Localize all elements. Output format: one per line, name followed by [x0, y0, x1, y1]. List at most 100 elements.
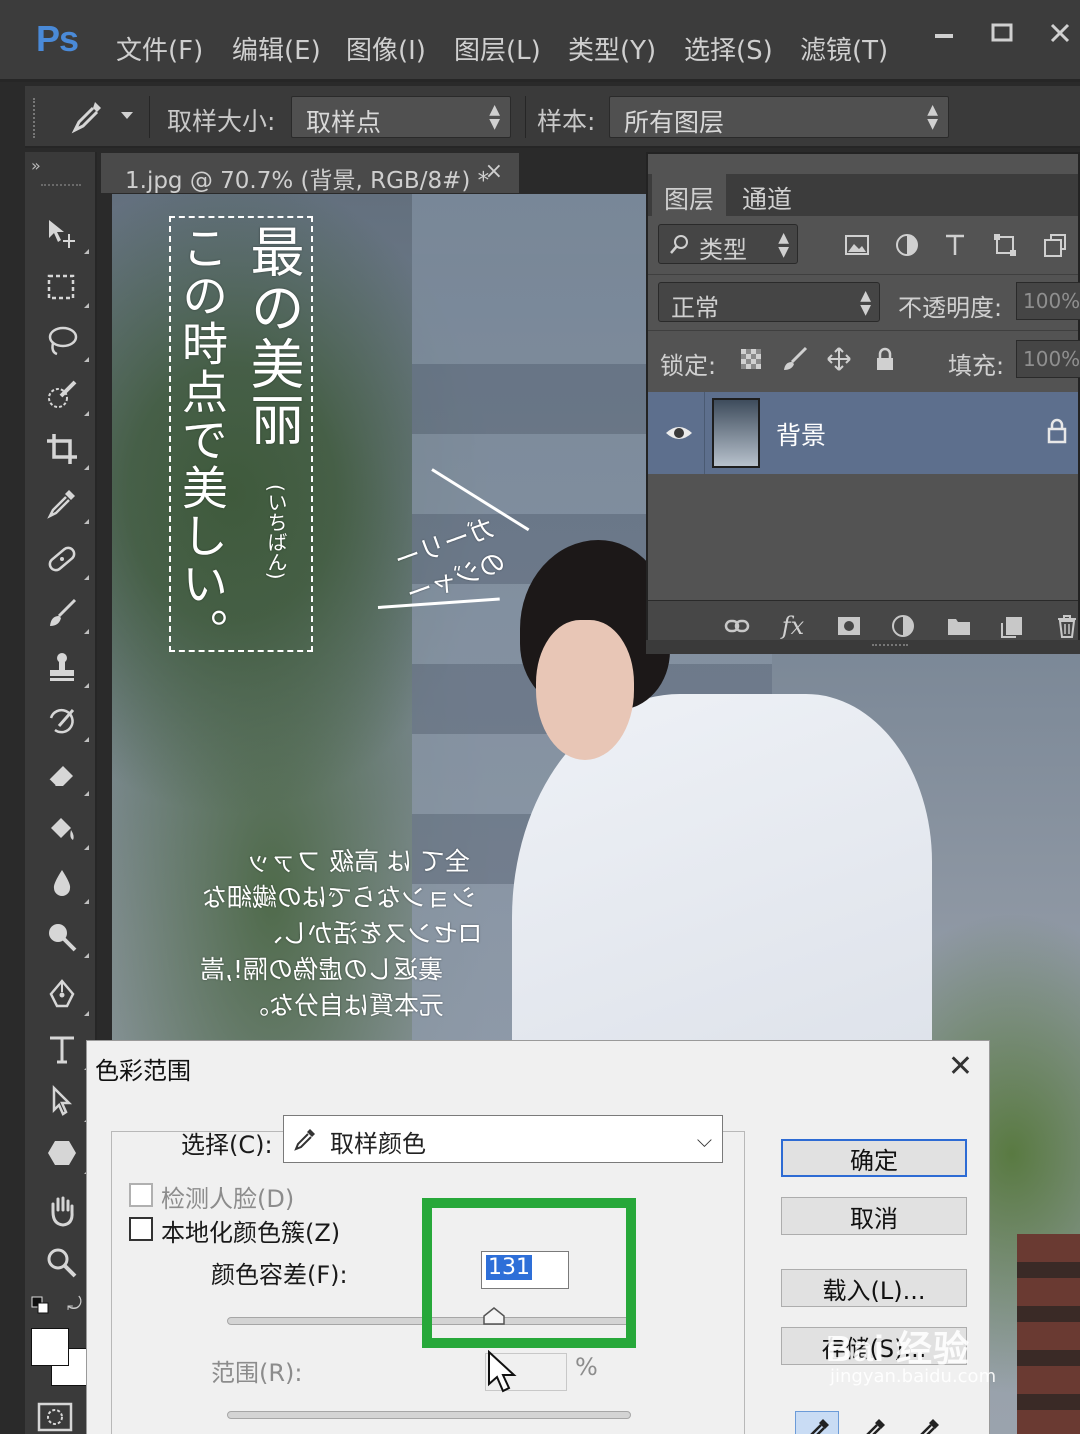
filter-type-button[interactable]	[940, 230, 970, 260]
clone-stamp-tool[interactable]	[39, 644, 89, 690]
bandage-icon	[48, 546, 76, 572]
fx-button[interactable]: fx	[778, 611, 808, 641]
menu-layer[interactable]: 图层(L)	[454, 30, 541, 67]
pen-tool[interactable]	[39, 972, 89, 1018]
filter-shape-button[interactable]	[990, 230, 1020, 260]
blend-mode-select[interactable]: 正常 ▲ ▼	[658, 282, 880, 322]
healing-brush-tool[interactable]	[39, 536, 89, 582]
history-brush-tool[interactable]	[39, 698, 89, 744]
menu-filter[interactable]: 滤镜(T)	[800, 30, 888, 67]
dodge-tool[interactable]	[39, 914, 89, 960]
collapse-panel-icon[interactable]: »	[31, 156, 41, 175]
eye-icon	[666, 427, 692, 439]
tab-channels[interactable]: 通道	[730, 174, 804, 216]
quick-selection-tool[interactable]	[39, 372, 89, 418]
opacity-input[interactable]: 100%	[1016, 282, 1080, 320]
quick-mask-icon	[37, 1402, 73, 1432]
new-group-button[interactable]	[944, 611, 974, 641]
photo-subject-face	[536, 620, 634, 760]
grip-handle[interactable]	[33, 98, 37, 138]
detect-faces-label: 检测人脸(D)	[161, 1185, 295, 1213]
lock-pixels-button[interactable]	[780, 344, 810, 374]
crop-tool[interactable]	[39, 426, 89, 472]
quick-mask-button[interactable]	[37, 1402, 73, 1432]
vertical-headline: 最の美丽	[241, 224, 304, 448]
brush-tool[interactable]	[39, 590, 89, 636]
vertical-subline: この時点で美しい。	[175, 224, 229, 656]
shape-tool[interactable]	[39, 1130, 89, 1176]
menu-image[interactable]: 图像(I)	[346, 30, 426, 67]
move-tool[interactable]	[39, 210, 89, 256]
hand-tool[interactable]	[39, 1188, 85, 1234]
layer-name[interactable]: 背景	[776, 416, 826, 452]
load-button[interactable]: 载入(L)...	[781, 1269, 967, 1307]
tab-layers[interactable]: 图层	[652, 174, 727, 216]
layer-row-background[interactable]: 背景	[648, 392, 1078, 474]
menu-file[interactable]: 文件(F)	[116, 30, 203, 67]
opacity-label: 不透明度:	[898, 294, 1003, 322]
lock-transparent-button[interactable]	[736, 344, 766, 374]
menu-select[interactable]: 选择(S)	[684, 30, 773, 67]
sample-select[interactable]: 所有图层 ▲ ▼	[609, 96, 949, 138]
new-adjustment-button[interactable]	[888, 611, 918, 641]
options-group-frame	[737, 1131, 745, 1434]
photo-bench	[1017, 1234, 1080, 1434]
sample-value: 所有图层	[624, 108, 725, 137]
filter-pixel-button[interactable]	[842, 230, 872, 260]
filter-value: 类型	[699, 236, 747, 264]
maximize-button[interactable]	[972, 8, 1032, 58]
folder-icon	[948, 619, 970, 635]
range-unit: %	[575, 1353, 598, 1381]
subtract-from-sample-button[interactable]	[905, 1411, 949, 1434]
type-tool[interactable]	[39, 1026, 89, 1072]
paint-bucket-tool[interactable]	[39, 806, 89, 852]
path-selection-tool[interactable]	[39, 1078, 89, 1124]
marquee-tool[interactable]	[39, 264, 89, 310]
eyedropper-button[interactable]	[795, 1411, 839, 1434]
lock-position-button[interactable]	[824, 344, 854, 374]
grip-handle[interactable]	[41, 184, 81, 188]
link-layers-button[interactable]	[722, 611, 752, 641]
lasso-tool[interactable]	[39, 318, 89, 364]
minimize-button[interactable]	[914, 8, 974, 58]
zoom-tool[interactable]	[39, 1240, 85, 1286]
new-layer-button[interactable]	[998, 611, 1028, 641]
shape-transform-icon	[994, 234, 1016, 256]
cancel-button[interactable]: 取消	[781, 1197, 967, 1235]
layer-filter-select[interactable]: 类型 ▲ ▼	[658, 224, 798, 264]
document-tab[interactable]: 1.jpg @ 70.7% (背景, RGB/8#) * ×	[100, 152, 520, 194]
eyedropper-tool[interactable]	[39, 480, 89, 526]
select-dropdown[interactable]: 取样颜色 ⌵	[283, 1115, 723, 1163]
sample-size-select[interactable]: 取样点 ▲ ▼	[291, 96, 511, 138]
filter-adjustment-button[interactable]	[892, 230, 922, 260]
detect-faces-checkbox[interactable]	[129, 1183, 153, 1207]
close-window-button[interactable]	[1040, 8, 1080, 58]
visibility-toggle[interactable]	[664, 418, 694, 448]
eraser-tool[interactable]	[39, 752, 89, 798]
filter-smart-object-button[interactable]	[1040, 230, 1070, 260]
eyedropper-preset-button[interactable]	[67, 98, 131, 140]
dialog-close-button[interactable]: ✕	[948, 1049, 973, 1084]
lasso-icon	[48, 326, 78, 356]
range-slider-track[interactable]	[227, 1411, 631, 1419]
rectangle-marquee-icon	[47, 274, 75, 300]
delete-layer-button[interactable]	[1052, 611, 1080, 641]
layer-thumbnail	[712, 398, 760, 468]
panel-resize-handle[interactable]	[646, 640, 1080, 654]
add-to-sample-button[interactable]	[851, 1411, 895, 1434]
preset-dropdown-icon[interactable]	[121, 112, 133, 119]
quick-selection-icon	[48, 380, 77, 408]
foreground-color-swatch[interactable]	[31, 1328, 69, 1366]
menu-edit[interactable]: 编辑(E)	[232, 30, 321, 67]
paragraph-line-4: 裏返しの虚偽の隔!,嵩	[200, 955, 443, 984]
add-mask-button[interactable]	[834, 611, 864, 641]
default-colors-icon[interactable]	[31, 1296, 51, 1316]
menu-type[interactable]: 类型(Y)	[568, 30, 656, 67]
lock-all-button[interactable]	[870, 344, 900, 374]
ok-button[interactable]: 确定	[781, 1139, 967, 1177]
close-document-button[interactable]: ×	[485, 159, 503, 184]
fill-input[interactable]: 100%	[1016, 340, 1080, 378]
blur-tool[interactable]	[39, 860, 89, 906]
swap-colors-icon[interactable]: ⤾	[67, 1294, 87, 1315]
localized-clusters-checkbox[interactable]	[129, 1217, 153, 1241]
